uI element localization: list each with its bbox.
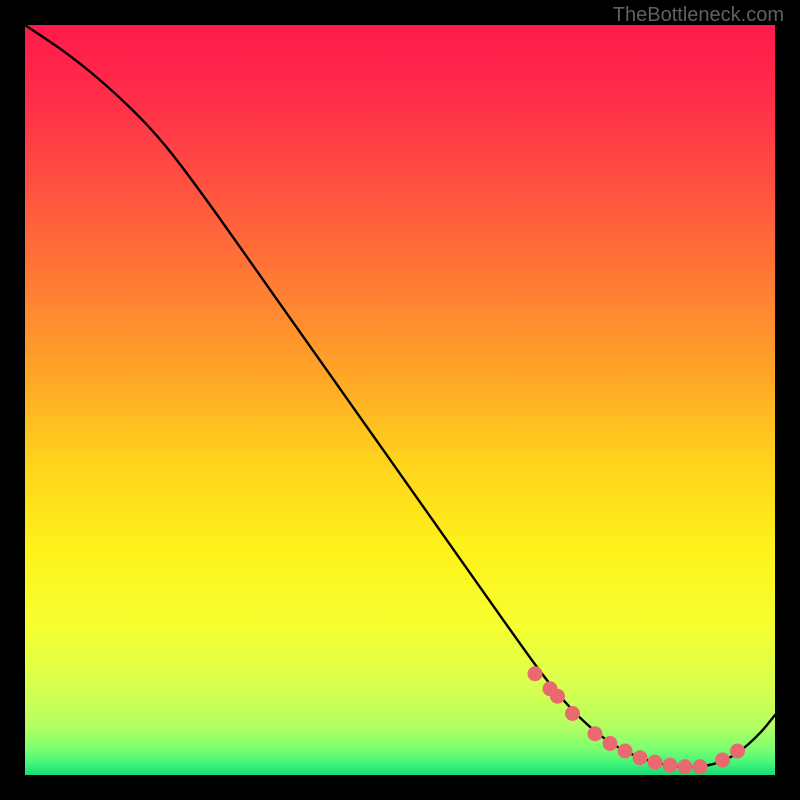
marker-dot: [678, 759, 693, 774]
marker-dot: [618, 744, 633, 759]
gradient-background: [25, 25, 775, 775]
marker-dot: [550, 689, 565, 704]
marker-dot: [715, 753, 730, 768]
marker-dot: [730, 744, 745, 759]
marker-dot: [648, 755, 663, 770]
watermark-text: TheBottleneck.com: [613, 4, 784, 27]
plot-svg: [25, 25, 775, 775]
marker-dot: [588, 726, 603, 741]
chart-container: TheBottleneck.com: [0, 0, 800, 800]
marker-dot: [528, 666, 543, 681]
marker-dot: [633, 750, 648, 765]
marker-dot: [603, 736, 618, 751]
marker-dot: [693, 759, 708, 774]
marker-dot: [565, 706, 580, 721]
plot-area: [25, 25, 775, 775]
marker-dot: [663, 758, 678, 773]
